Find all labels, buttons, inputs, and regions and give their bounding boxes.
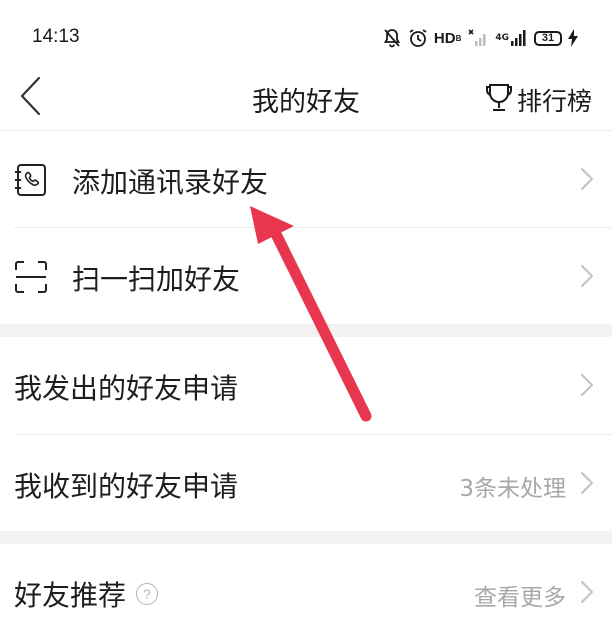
signal-no-service-icon [467, 28, 489, 48]
alarm-clock-icon [408, 28, 428, 48]
phone-book-icon [14, 163, 48, 197]
scan-add-friend-row[interactable]: 扫一扫加好友 [0, 228, 612, 324]
hd-indicator: HD B [433, 29, 462, 47]
view-more-link[interactable]: 查看更多 [474, 578, 566, 612]
received-friend-requests-row[interactable]: 我收到的好友申请 3条未处理 [0, 435, 612, 531]
ranking-button[interactable]: 排行榜 [485, 80, 592, 120]
friend-recommendations-row[interactable]: 好友推荐 ? 查看更多 [0, 544, 612, 640]
status-time: 14:13 [32, 26, 80, 47]
friend-recommendations-title: 好友推荐 ? [14, 574, 159, 614]
trophy-icon [485, 82, 513, 118]
friend-recommendations-label: 好友推荐 [14, 579, 127, 612]
scan-frame-icon [14, 260, 48, 294]
section-separator [0, 324, 612, 337]
section-separator [0, 531, 612, 544]
add-contacts-friends-row[interactable]: 添加通讯录好友 [0, 131, 612, 227]
chevron-right-icon [580, 264, 594, 288]
status-bar: 14:13 HD B 4G 31 [0, 0, 612, 74]
add-contacts-friends-label: 添加通讯录好友 [72, 166, 269, 199]
status-icons: HD B 4G 31 [382, 24, 578, 52]
battery-indicator: 31 [534, 30, 562, 46]
chevron-right-icon [580, 471, 594, 495]
chevron-right-icon [580, 373, 594, 397]
chevron-right-icon [580, 580, 594, 604]
sent-friend-requests-row[interactable]: 我发出的好友申请 [0, 337, 612, 433]
signal-4g-icon: 4G [495, 28, 528, 48]
received-friend-requests-label: 我收到的好友申请 [14, 470, 239, 503]
charging-bolt-icon [568, 29, 578, 47]
question-circle-icon[interactable]: ? [136, 583, 159, 605]
scan-add-friend-label: 扫一扫加好友 [72, 263, 241, 296]
nav-bar: 我的好友 排行榜 [0, 74, 612, 131]
ranking-label: 排行榜 [516, 87, 592, 116]
sent-friend-requests-label: 我发出的好友申请 [14, 372, 239, 405]
pending-count-text: 3条未处理 [459, 476, 566, 502]
mute-bell-icon [382, 28, 402, 48]
chevron-right-icon [580, 167, 594, 191]
